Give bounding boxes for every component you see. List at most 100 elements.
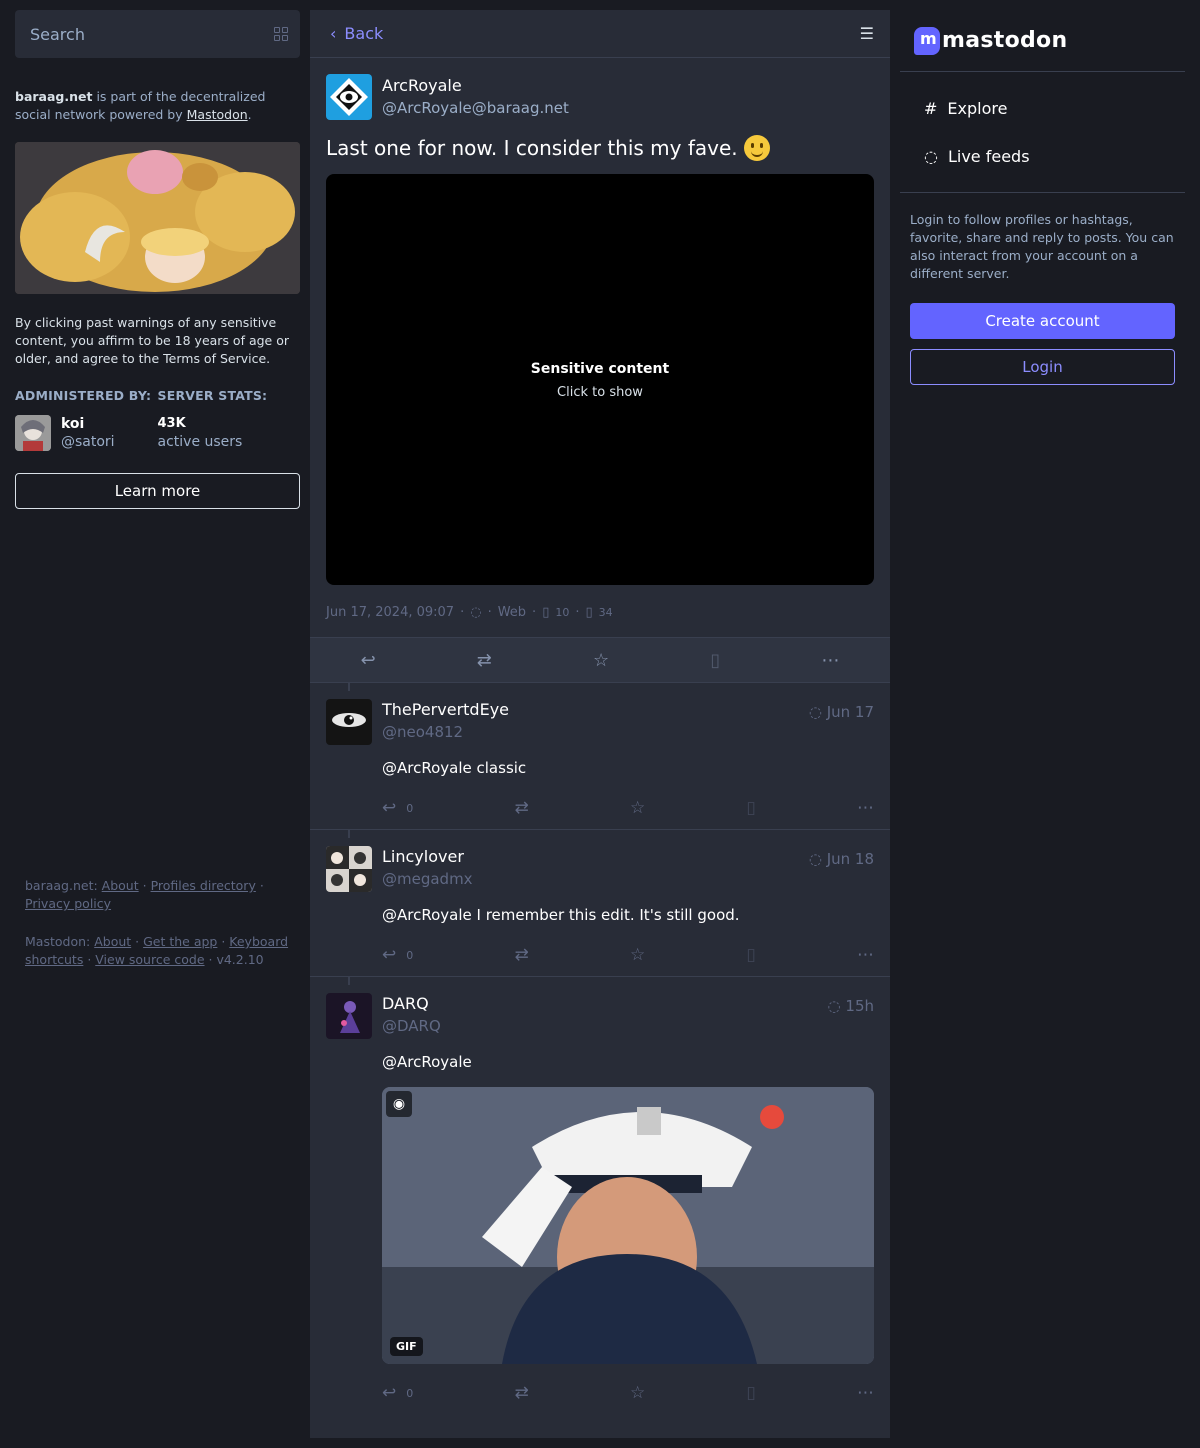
server-stats-section: SERVER STATS: 43K active users (158, 388, 301, 451)
server-hero-image (15, 142, 300, 294)
bookmark-icon[interactable]: ▯ (710, 650, 720, 671)
hide-media-eye-icon[interactable]: ◉ (386, 1091, 412, 1117)
star-icon[interactable]: ☆ (630, 945, 645, 965)
reply-content: @ArcRoyale classic (382, 757, 874, 779)
nav-live-feeds[interactable]: ◌ Live feeds (900, 132, 1185, 180)
meta-separator: · (460, 604, 465, 620)
admin-handle: @satori (61, 434, 115, 450)
mention-link[interactable]: @ArcRoyale (382, 1053, 472, 1071)
status-date[interactable]: Jun 17, 2024, 09:07 (326, 605, 454, 620)
thread-line (348, 683, 350, 691)
server-stats-heading: SERVER STATS: (157, 388, 268, 403)
admin-section: ADMINISTERED BY: koi @satori (15, 388, 158, 451)
globe-icon: ◌ (808, 850, 822, 868)
reply-timestamp[interactable]: ◌ Jun 17 (809, 703, 874, 721)
reply-account-handle: @neo4812 (382, 723, 464, 741)
mention-link[interactable]: @ArcRoyale (382, 759, 472, 777)
reply-count: 0 (406, 801, 414, 815)
thread-line (348, 977, 350, 985)
footer-about-link[interactable]: About (102, 878, 139, 893)
more-icon[interactable]: ⋯ (821, 650, 839, 671)
chevron-left-icon: ‹ (330, 24, 337, 43)
left-sidebar: Search baraag.net is part of the decentr… (15, 10, 300, 509)
footer-profiles-link[interactable]: Profiles directory (151, 878, 256, 893)
reply-timestamp[interactable]: ◌ Jun 18 (809, 850, 874, 868)
bookmark-icon[interactable]: ▯ (746, 945, 755, 965)
create-account-button[interactable]: Create account (910, 303, 1175, 339)
globe-icon: ◌ (808, 703, 822, 721)
reply-icon[interactable]: ↩ (382, 945, 396, 965)
star-icon[interactable]: ☆ (593, 650, 609, 671)
star-count-icon: ▯ (585, 604, 593, 620)
reply-icon[interactable]: ↩ (382, 1383, 396, 1403)
reply-status[interactable]: Lincylover @megadmx ◌ Jun 18 @ArcRoyale … (310, 830, 890, 977)
search-icon[interactable] (274, 27, 288, 41)
mastodon-logo[interactable]: mastodon (900, 10, 1185, 72)
gif-attachment[interactable]: ◉ GIF (382, 1087, 874, 1364)
star-icon[interactable]: ☆ (630, 1383, 645, 1403)
bookmark-icon[interactable]: ▯ (746, 1383, 755, 1403)
footer-mastodon-about-link[interactable]: About (94, 934, 131, 949)
star-icon[interactable]: ☆ (630, 798, 645, 818)
reply-avatar[interactable] (326, 699, 372, 745)
globe-icon: ◌ (827, 997, 841, 1015)
boost-icon[interactable]: ⇄ (514, 945, 528, 965)
server-desc-end: . (247, 107, 252, 122)
reply-header: DARQ @DARQ ◌ 15h (326, 993, 874, 1039)
sensitive-title: Sensitive content (530, 361, 670, 377)
boost-icon[interactable]: ⇄ (477, 650, 492, 671)
column-header: ‹ Back ☰ (310, 10, 890, 58)
mention-link[interactable]: @ArcRoyale (382, 906, 472, 924)
footer-source-link[interactable]: View source code (95, 952, 204, 967)
sensitive-content-overlay[interactable]: Sensitive content Click to show (518, 349, 682, 410)
footer-privacy-link[interactable]: Privacy policy (25, 896, 111, 911)
reply-display-name: ThePervertdEye (382, 700, 509, 719)
reply-timestamp[interactable]: ◌ 15h (828, 997, 874, 1015)
fav-count[interactable]: 34 (599, 606, 613, 619)
learn-more-button[interactable]: Learn more (15, 473, 300, 509)
boost-icon[interactable]: ⇄ (514, 798, 528, 818)
more-icon[interactable]: ⋯ (857, 1383, 874, 1403)
smile-emoji-icon (743, 135, 770, 161)
mastodon-link[interactable]: Mastodon (187, 107, 248, 122)
logo-text: mastodon (942, 28, 1068, 53)
status-header[interactable]: ArcRoyale @ArcRoyale@baraag.net (326, 74, 874, 120)
sensitive-subtitle: Click to show (557, 385, 643, 400)
right-sidebar: mastodon # Explore ◌ Live feeds Login to… (900, 10, 1185, 385)
login-button[interactable]: Login (910, 349, 1175, 385)
bookmark-icon[interactable]: ▯ (746, 798, 755, 818)
meta-separator: · (532, 604, 537, 620)
meta-separator: · (575, 604, 580, 620)
sensitive-media[interactable]: Sensitive content Click to show (326, 174, 874, 585)
back-button[interactable]: ‹ Back (330, 24, 383, 43)
reply-status[interactable]: DARQ @DARQ ◌ 15h @ArcRoyale ◉ GIF ↩ 0 ⇄ … (310, 977, 890, 1414)
reply-text: classic (471, 759, 527, 777)
more-icon[interactable]: ⋯ (857, 945, 874, 965)
reply-icon[interactable]: ↩ (361, 650, 376, 671)
reply-icon[interactable]: ↩ (382, 798, 396, 818)
nav-live-feeds-label: Live feeds (947, 146, 1030, 166)
arcroyale-avatar[interactable] (326, 74, 372, 120)
footer-get-app-link[interactable]: Get the app (143, 934, 217, 949)
mastodon-logo-icon (914, 26, 940, 55)
nav-explore[interactable]: # Explore (900, 84, 1185, 132)
reply-action-bar: ↩ 0 ⇄ ☆ ▯ ⋯ (382, 944, 874, 966)
boost-icon[interactable]: ⇄ (514, 1383, 528, 1403)
reply-header: Lincylover @megadmx ◌ Jun 18 (326, 846, 874, 892)
reply-count: 0 (406, 948, 414, 962)
more-icon[interactable]: ⋯ (857, 798, 874, 818)
search-input[interactable]: Search (15, 10, 300, 58)
administered-by-heading: ADMINISTERED BY: (15, 388, 152, 403)
display-name: ArcRoyale (382, 76, 462, 95)
reply-avatar[interactable] (326, 993, 372, 1039)
reply-avatar[interactable] (326, 846, 372, 892)
status-action-bar: ↩ ⇄ ☆ ▯ ⋯ (310, 637, 890, 683)
admin-avatar[interactable] (15, 415, 51, 451)
reply-display-name: Lincylover (382, 847, 464, 866)
thread-column: ‹ Back ☰ ArcRoyale @ArcRoyale@baraag.net… (310, 10, 890, 1438)
boost-count[interactable]: 10 (555, 606, 569, 619)
active-users-count: 43K (157, 416, 186, 431)
menu-icon[interactable]: ☰ (860, 24, 874, 43)
admin-account[interactable]: koi @satori (15, 415, 158, 451)
reply-status[interactable]: ThePervertdEye @neo4812 ◌ Jun 17 @ArcRoy… (310, 683, 890, 830)
